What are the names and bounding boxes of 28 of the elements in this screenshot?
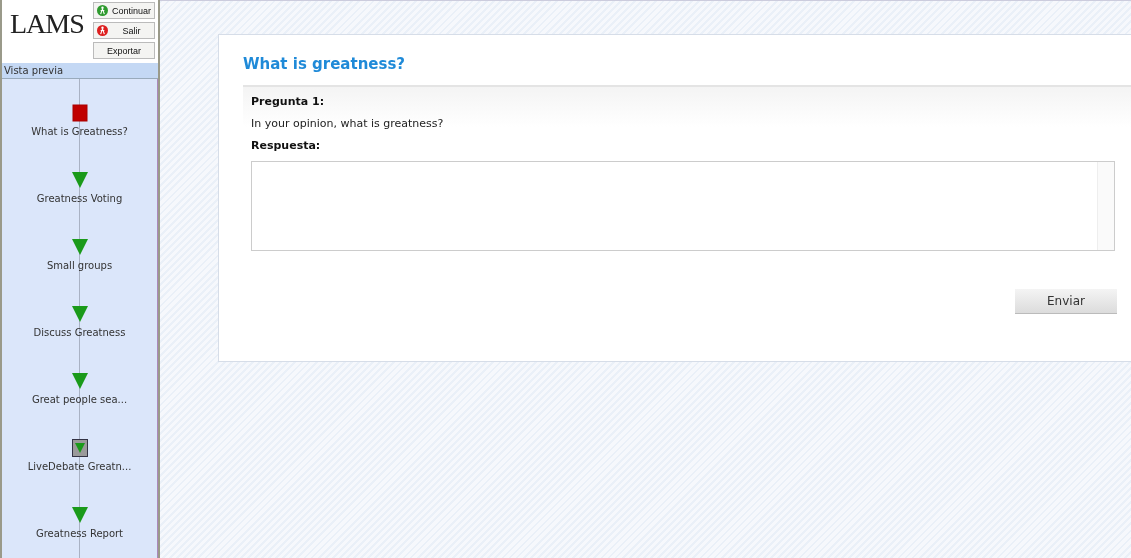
gate-icon[interactable] (71, 439, 88, 457)
triangle-icon[interactable] (71, 506, 88, 524)
activity-label[interactable]: Small groups (46, 260, 113, 271)
answer-field[interactable] (251, 161, 1115, 251)
page-title: What is greatness? (243, 55, 407, 75)
answer-label: Respuesta: (251, 139, 322, 152)
triangle-icon[interactable] (71, 171, 88, 189)
question-text: In your opinion, what is greatness? (251, 117, 445, 130)
exit-button[interactable]: Salir (93, 22, 155, 39)
scrollbar[interactable] (1097, 162, 1114, 250)
submit-button[interactable]: Enviar (1015, 289, 1117, 314)
activity-label[interactable]: What is Greatness? (31, 126, 128, 137)
triangle-icon[interactable] (71, 238, 88, 256)
stop-figure-icon (97, 25, 108, 36)
activity-label[interactable]: Discuss Greatness (33, 327, 126, 338)
activity-label[interactable]: Greatness Voting (36, 193, 123, 204)
walking-figure-icon (97, 5, 108, 16)
continue-button[interactable]: Continuar (93, 2, 155, 19)
lams-logo: LAMS (10, 8, 84, 40)
activity-label[interactable]: Greatness Report (35, 528, 124, 539)
preview-header: Vista previa (2, 63, 158, 79)
activity-label[interactable]: Great people sea... (31, 394, 128, 405)
export-button[interactable]: Exportar (93, 42, 155, 59)
activity-label[interactable]: LiveDebate Greatn... (27, 461, 132, 472)
square-icon[interactable] (71, 104, 88, 122)
triangle-icon[interactable] (71, 305, 88, 323)
question-label: Pregunta 1: (251, 95, 326, 108)
triangle-icon[interactable] (71, 372, 88, 390)
